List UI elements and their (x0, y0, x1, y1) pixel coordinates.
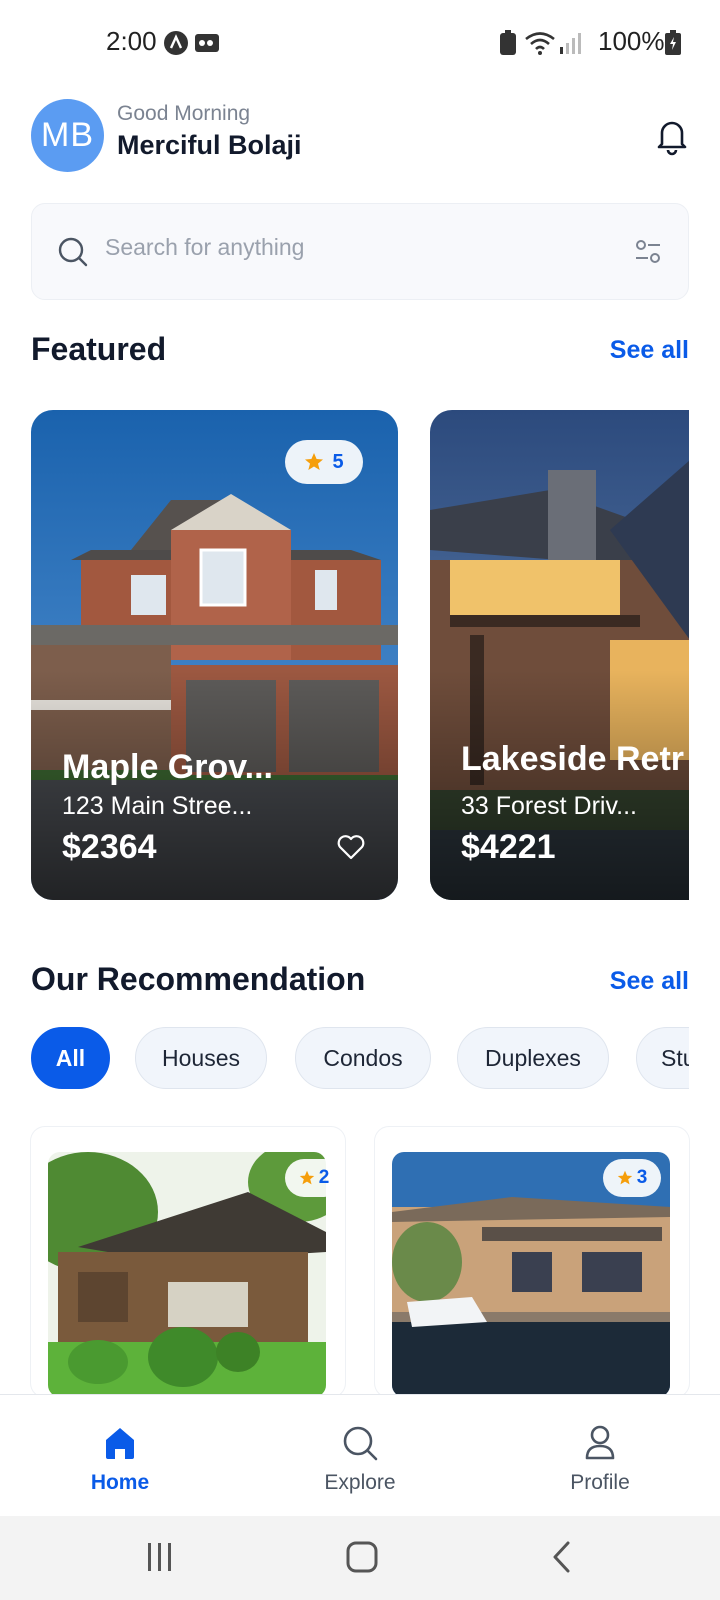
star-icon (617, 1170, 632, 1185)
home-icon (106, 1428, 134, 1459)
user-name: Merciful Bolaji (117, 130, 302, 160)
rating-badge: 5 (285, 440, 363, 484)
back-icon[interactable] (550, 1540, 574, 1574)
greeting-text: Good Morning (117, 102, 251, 125)
nav-home-label: Home (90, 1471, 150, 1494)
battery-percent: 100% (598, 26, 665, 56)
featured-title: Featured (31, 331, 167, 367)
favorite-heart-icon[interactable] (337, 834, 365, 860)
recommendation-see-all-link[interactable]: See all (610, 967, 689, 996)
battery-saver-icon (500, 30, 516, 55)
wifi-icon (525, 32, 555, 55)
property-title: Lakeside Retr (461, 740, 684, 778)
recommendation-card[interactable]: 3 (375, 1127, 689, 1397)
recent-apps-icon[interactable] (146, 1540, 174, 1574)
category-filter-chips: All Houses Condos Duplexes Stu (31, 1027, 689, 1089)
featured-see-all-link[interactable]: See all (610, 336, 689, 365)
rating-value: 3 (636, 1167, 648, 1188)
bottom-navigation: Home Explore Profile (0, 1394, 720, 1516)
featured-carousel[interactable]: 5 Maple Grov... 123 Main Stree... $2364 (31, 410, 689, 900)
filter-chip-all[interactable]: All (31, 1027, 110, 1089)
profile-icon (585, 1425, 615, 1460)
star-icon (299, 1170, 314, 1185)
search-input[interactable] (105, 234, 565, 261)
notification-bell-icon[interactable] (654, 116, 690, 156)
search-bar[interactable] (31, 203, 689, 300)
japanese-house-image (48, 1152, 326, 1397)
voicemail-icon (195, 34, 219, 52)
home-button-icon[interactable] (345, 1540, 379, 1574)
recommendation-title: Our Recommendation (31, 961, 366, 997)
property-image (48, 1152, 326, 1397)
signal-icon (560, 33, 581, 54)
star-icon (305, 453, 324, 470)
filter-chip-houses[interactable]: Houses (135, 1027, 267, 1089)
recommendation-card[interactable]: 2 (31, 1127, 345, 1397)
search-icon (58, 237, 88, 267)
property-price: $4221 (461, 828, 556, 866)
rating-value: 2 (318, 1167, 330, 1188)
property-address: 123 Main Stree... (62, 792, 253, 820)
nav-explore-label: Explore (324, 1471, 396, 1494)
rating-value: 5 (332, 450, 344, 473)
status-time: 2:00 (106, 26, 157, 56)
system-navigation-bar (0, 1516, 720, 1600)
filter-chip-studios[interactable]: Stu (636, 1027, 689, 1089)
nav-explore[interactable]: Explore (300, 1395, 420, 1517)
nav-home[interactable]: Home (60, 1395, 180, 1517)
filter-chip-condos[interactable]: Condos (295, 1027, 431, 1089)
battery-icon (665, 30, 681, 55)
explore-search-icon (343, 1426, 378, 1461)
property-title: Maple Grov... (62, 748, 273, 786)
rating-badge: 2 (285, 1159, 343, 1197)
property-address: 33 Forest Driv... (461, 792, 637, 820)
nav-profile-label: Profile (570, 1471, 630, 1494)
property-price: $2364 (62, 828, 157, 866)
status-bar: 2:00 100% (0, 0, 720, 88)
app-notification-icon (164, 31, 188, 55)
nav-profile[interactable]: Profile (540, 1395, 660, 1517)
filter-chip-duplexes[interactable]: Duplexes (457, 1027, 609, 1089)
filter-icon[interactable] (634, 238, 662, 266)
rating-badge: 3 (603, 1159, 661, 1197)
featured-card[interactable]: 5 Maple Grov... 123 Main Stree... $2364 (31, 410, 398, 900)
featured-card[interactable]: Lakeside Retr 33 Forest Driv... $4221 (430, 410, 689, 900)
avatar[interactable]: MB (31, 99, 104, 172)
